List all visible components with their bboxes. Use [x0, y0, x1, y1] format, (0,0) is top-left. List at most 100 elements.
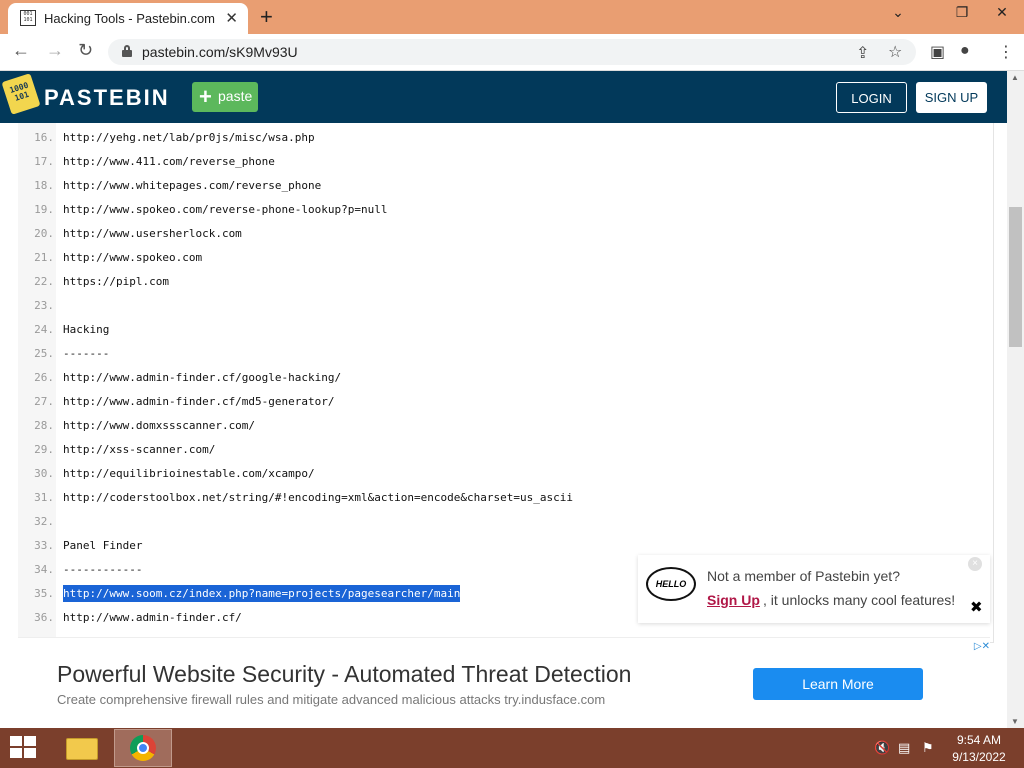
code-line: 20. http://www.usersherlock.com: [18, 219, 918, 243]
code-line: 26. http://www.admin-finder.cf/google-hac…: [18, 363, 918, 387]
code-line: 29. http://xss-scanner.com/: [18, 435, 918, 459]
code-text[interactable]: http://www.admin-finder.cf/google-hackin…: [63, 371, 341, 384]
line-number: 35.: [34, 587, 54, 600]
code-text[interactable]: ------------: [63, 563, 142, 576]
page-scrollbar[interactable]: ▲ ▼: [1007, 71, 1024, 728]
action-center-icon[interactable]: ⚑: [922, 740, 934, 756]
plus-icon: +: [199, 84, 212, 109]
code-text[interactable]: http://equilibrioinestable.com/xcampo/: [63, 467, 315, 480]
paste-label: paste: [218, 88, 253, 104]
line-number: 22.: [34, 275, 54, 288]
code-line: 22. https://pipl.com: [18, 267, 918, 291]
ad-headline[interactable]: Powerful Website Security - Automated Th…: [57, 661, 631, 688]
reload-icon[interactable]: ↻: [78, 40, 93, 61]
line-number: 30.: [34, 467, 54, 480]
code-line: 27. http://www.admin-finder.cf/md5-genera…: [18, 387, 918, 411]
popup-close-icon[interactable]: ✖: [970, 598, 983, 616]
signup-button[interactable]: SIGN UP: [916, 82, 987, 113]
url-text[interactable]: pastebin.com/sK9Mv93U: [142, 44, 298, 60]
code-line: 31. http://coderstoolbox.net/string/#!enc…: [18, 483, 918, 507]
code-line: 30. http://equilibrioinestable.com/xcampo…: [18, 459, 918, 483]
restore-icon[interactable]: ❐: [942, 4, 982, 21]
code-line: 17. http://www.411.com/reverse_phone: [18, 147, 918, 171]
windows-taskbar: 🔇 ▤ ⚑ 9:54 AM 9/13/2022: [0, 728, 1024, 768]
hello-bubble-icon: HELLO: [646, 567, 696, 601]
forward-icon[interactable]: →: [46, 40, 64, 61]
login-button[interactable]: LOGIN: [836, 82, 907, 113]
code-text[interactable]: http://www.admin-finder.cf/md5-generator…: [63, 395, 335, 408]
tab-title: Hacking Tools - Pastebin.com: [44, 11, 216, 26]
code-line: 33. Panel Finder: [18, 531, 918, 555]
side-panel-icon[interactable]: ▣: [930, 42, 945, 62]
line-number: 34.: [34, 563, 54, 576]
line-number: 18.: [34, 179, 54, 192]
line-number: 36.: [34, 611, 54, 624]
tab-close-icon[interactable]: ✕: [225, 9, 238, 27]
code-text[interactable]: http://www.spokeo.com: [63, 251, 202, 264]
code-line: 32.: [18, 507, 918, 531]
popup-dismiss-icon[interactable]: ×: [968, 557, 982, 571]
line-number: 29.: [34, 443, 54, 456]
code-line: 16. http://yehg.net/lab/pr0js/misc/wsa.ph…: [18, 123, 918, 147]
line-number: 28.: [34, 419, 54, 432]
chrome-icon: [130, 735, 156, 761]
browser-tab[interactable]: 001 101 Hacking Tools - Pastebin.com ✕: [8, 3, 248, 34]
signup-popup: HELLO Not a member of Pastebin yet? Sign…: [638, 555, 990, 623]
line-number: 26.: [34, 371, 54, 384]
browser-toolbar: ← → ↻ pastebin.com/sK9Mv93U ⇪ ☆ ▣ ● ⋮: [0, 34, 1024, 71]
line-number: 19.: [34, 203, 54, 216]
volume-muted-icon[interactable]: 🔇: [874, 740, 890, 756]
lock-icon[interactable]: [122, 45, 132, 57]
chrome-taskbar-button[interactable]: [114, 729, 172, 767]
address-bar[interactable]: pastebin.com/sK9Mv93U ⇪ ☆: [108, 39, 916, 65]
pastebin-favicon-icon: 001 101: [20, 10, 36, 26]
file-explorer-icon[interactable]: [60, 731, 104, 765]
popup-message-tail: , it unlocks many cool features!: [763, 592, 956, 608]
ad-description[interactable]: Create comprehensive firewall rules and …: [57, 692, 605, 707]
clock-time[interactable]: 9:54 AM: [944, 733, 1014, 747]
code-text[interactable]: http://coderstoolbox.net/string/#!encodi…: [63, 491, 573, 504]
code-text[interactable]: http://www.domxssscanner.com/: [63, 419, 255, 432]
code-text[interactable]: http://yehg.net/lab/pr0js/misc/wsa.php: [63, 131, 315, 144]
close-window-icon[interactable]: ✕: [982, 4, 1022, 21]
minimize-icon[interactable]: ⌄: [878, 4, 918, 21]
site-header: 1000 101 PASTEBIN + paste LOGIN SIGN UP: [0, 71, 1007, 123]
code-text[interactable]: http://www.411.com/reverse_phone: [63, 155, 275, 168]
popup-signup-link[interactable]: Sign Up: [707, 592, 760, 608]
scroll-thumb[interactable]: [1009, 207, 1022, 347]
share-icon[interactable]: ⇪: [856, 43, 869, 63]
network-icon[interactable]: ▤: [898, 740, 910, 756]
code-text[interactable]: -------: [63, 347, 109, 360]
code-text[interactable]: http://xss-scanner.com/: [63, 443, 215, 456]
profile-avatar-icon[interactable]: ●: [960, 42, 970, 60]
line-number: 21.: [34, 251, 54, 264]
code-text[interactable]: http://www.spokeo.com/reverse-phone-look…: [63, 203, 388, 216]
line-number: 31.: [34, 491, 54, 504]
scroll-down-arrow-icon[interactable]: ▼: [1011, 717, 1019, 726]
code-text[interactable]: Panel Finder: [63, 539, 142, 552]
code-text[interactable]: Hacking: [63, 323, 109, 336]
bookmark-star-icon[interactable]: ☆: [888, 42, 902, 62]
code-line: 28. http://www.domxssscanner.com/: [18, 411, 918, 435]
back-icon[interactable]: ←: [12, 40, 30, 61]
code-text[interactable]: https://pipl.com: [63, 275, 169, 288]
site-brand[interactable]: PASTEBIN: [44, 85, 170, 111]
new-paste-button[interactable]: + paste: [192, 82, 258, 112]
ad-choices-icon[interactable]: ▷✕: [958, 641, 990, 655]
pastebin-logo-icon[interactable]: 1000 101: [1, 73, 41, 115]
ad-banner[interactable]: ▷✕ Powerful Website Security - Automated…: [18, 637, 990, 728]
browser-titlebar: 001 101 Hacking Tools - Pastebin.com ✕ + …: [0, 0, 1024, 34]
code-line: 19. http://www.spokeo.com/reverse-phone-l…: [18, 195, 918, 219]
line-number: 23.: [34, 299, 54, 312]
code-text[interactable]: http://www.admin-finder.cf/: [63, 611, 242, 624]
code-text[interactable]: http://www.usersherlock.com: [63, 227, 242, 240]
code-line: 18. http://www.whitepages.com/reverse_pho…: [18, 171, 918, 195]
code-text[interactable]: http://www.soom.cz/index.php?name=projec…: [63, 585, 461, 602]
ad-learn-more-button[interactable]: Learn More: [753, 668, 923, 700]
scroll-up-arrow-icon[interactable]: ▲: [1011, 73, 1019, 82]
browser-menu-icon[interactable]: ⋮: [998, 42, 1014, 62]
clock-date[interactable]: 9/13/2022: [944, 750, 1014, 764]
code-text[interactable]: http://www.whitepages.com/reverse_phone: [63, 179, 321, 192]
new-tab-button[interactable]: +: [260, 4, 273, 30]
windows-start-icon[interactable]: [10, 736, 38, 760]
